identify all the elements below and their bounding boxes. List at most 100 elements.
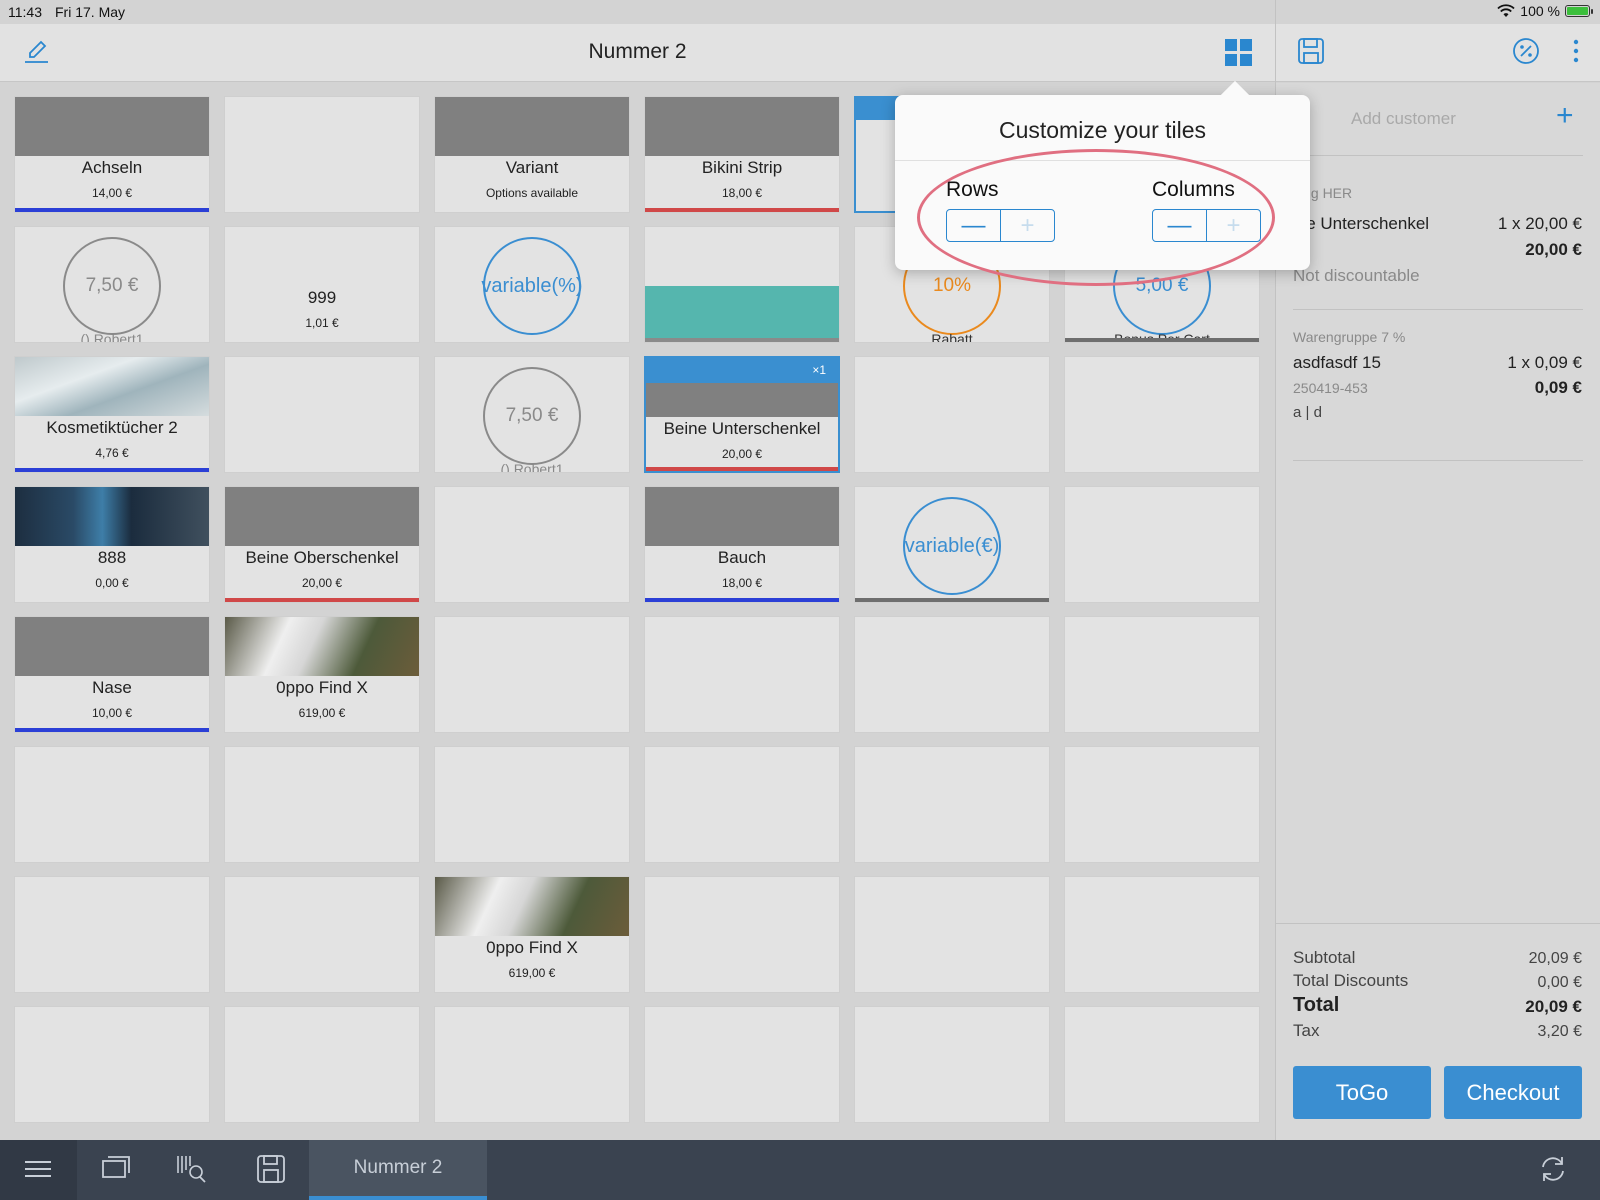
tile-empty[interactable] xyxy=(854,876,1050,993)
tile-empty[interactable] xyxy=(224,356,420,473)
tile-variable-percent[interactable]: variable(%) xyxy=(434,226,630,343)
add-customer-button[interactable]: + xyxy=(1556,99,1574,133)
tile-empty[interactable] xyxy=(1064,876,1260,993)
item-note: a | d xyxy=(1293,404,1322,421)
tile-color-bar xyxy=(15,468,209,472)
tile-empty[interactable] xyxy=(14,876,210,993)
status-time: 11:43 xyxy=(8,4,42,20)
tile-empty[interactable] xyxy=(224,96,420,213)
tile-name: Variant xyxy=(505,158,559,177)
tile-color-bar xyxy=(645,338,839,342)
discount-circle: variable(%) xyxy=(481,237,583,335)
tile-discount-750-b[interactable]: 7,50 € () Robert1 xyxy=(434,356,630,473)
rows-stepper[interactable]: — + xyxy=(946,209,1055,242)
tile-nase[interactable]: Nase 10,00 € xyxy=(14,616,210,733)
tile-empty[interactable] xyxy=(434,616,630,733)
tile-variable-euro[interactable]: variable(€) xyxy=(854,486,1050,603)
barcode-search-icon[interactable] xyxy=(175,1153,207,1185)
tile-color-bar xyxy=(15,728,209,732)
columns-increment-button[interactable]: + xyxy=(1207,210,1260,241)
more-icon[interactable] xyxy=(1572,38,1580,66)
tile-kosmetiktuecher[interactable]: Kosmetiktücher 2 4,76 € xyxy=(14,356,210,473)
cart-panel: Add customer + xing HER ine Unterschenke… xyxy=(1272,83,1600,1140)
tile-empty[interactable] xyxy=(644,616,840,733)
main-header: Nummer 2 xyxy=(0,24,1275,82)
rows-increment-button[interactable]: + xyxy=(1001,210,1054,241)
tile-price: 14,00 € xyxy=(91,186,133,200)
tile-empty[interactable] xyxy=(14,746,210,863)
tile-empty[interactable] xyxy=(1064,356,1260,473)
save-icon[interactable] xyxy=(255,1153,287,1185)
togo-button[interactable]: ToGo xyxy=(1293,1066,1431,1119)
tile-beine-oberschenkel[interactable]: Beine Oberschenkel 20,00 € xyxy=(224,486,420,603)
tile-empty[interactable] xyxy=(854,1006,1050,1123)
tile-empty[interactable] xyxy=(644,1006,840,1123)
tile-price: 4,76 € xyxy=(95,446,129,460)
discount-icon[interactable] xyxy=(1512,37,1540,65)
save-icon[interactable] xyxy=(1297,37,1325,65)
tile-teal[interactable] xyxy=(644,226,840,343)
tile-name: 888 xyxy=(97,548,127,567)
tile-999[interactable]: 999 1,01 € xyxy=(224,226,420,343)
tile-empty[interactable] xyxy=(854,356,1050,473)
tile-empty[interactable] xyxy=(434,1006,630,1123)
tile-price: 1,01 € xyxy=(305,316,339,330)
tile-empty[interactable] xyxy=(224,1006,420,1123)
tile-name: Kosmetiktücher 2 xyxy=(46,418,178,437)
status-date: Fri 17. May xyxy=(55,4,126,20)
total-value: 20,09 € xyxy=(1525,997,1582,1016)
tile-oppo-find-x[interactable]: 0ppo Find X 619,00 € xyxy=(224,616,420,733)
tile-empty[interactable] xyxy=(224,876,420,993)
bottom-toolbar: Nummer 2 xyxy=(0,1140,1600,1200)
menu-icon[interactable] xyxy=(22,1153,54,1185)
grid-layout-icon[interactable] xyxy=(1224,38,1254,68)
tile-color-bar xyxy=(855,598,1049,602)
tile-empty[interactable] xyxy=(1064,1006,1260,1123)
tile-empty[interactable] xyxy=(434,746,630,863)
tile-empty[interactable] xyxy=(854,746,1050,863)
tile-discount-750[interactable]: 7,50 € () Robert1 xyxy=(14,226,210,343)
checkout-button[interactable]: Checkout xyxy=(1444,1066,1582,1119)
tile-price: 10,00 € xyxy=(91,706,133,720)
popover-divider xyxy=(895,160,1310,161)
tile-variant[interactable]: Variant Options available xyxy=(434,96,630,213)
screens-icon[interactable] xyxy=(100,1153,132,1185)
product-image xyxy=(225,617,419,676)
tax-label: Tax xyxy=(1293,1021,1320,1040)
tile-empty[interactable] xyxy=(644,876,840,993)
tile-name: Beine Unterschenkel xyxy=(663,419,821,438)
cart-header xyxy=(1276,24,1600,82)
tile-bauch[interactable]: Bauch 18,00 € xyxy=(644,486,840,603)
tile-beine-unterschenkel[interactable]: ×1 Beine Unterschenkel 20,00 € xyxy=(644,356,840,473)
tile-empty[interactable] xyxy=(224,746,420,863)
tile-oppo-find-x-2[interactable]: 0ppo Find X 619,00 € xyxy=(434,876,630,993)
columns-decrement-button[interactable]: — xyxy=(1153,210,1207,241)
columns-stepper[interactable]: — + xyxy=(1152,209,1261,242)
tile-empty[interactable] xyxy=(14,1006,210,1123)
tile-empty[interactable] xyxy=(1064,486,1260,603)
discount-circle: 7,50 € xyxy=(483,367,581,465)
tile-color-bar xyxy=(645,208,839,212)
tile-888[interactable]: 888 0,00 € xyxy=(14,486,210,603)
tab-nummer-2[interactable]: Nummer 2 xyxy=(309,1140,487,1200)
item-qty-price: 1 x 20,00 € xyxy=(1497,214,1582,233)
tile-empty[interactable] xyxy=(434,486,630,603)
tile-achseln[interactable]: Achseln 14,00 € xyxy=(14,96,210,213)
tile-sub: () Robert1 xyxy=(80,331,144,343)
tile-empty[interactable] xyxy=(1064,746,1260,863)
tile-price: 0,00 € xyxy=(95,576,129,590)
tile-name: Achseln xyxy=(81,158,143,177)
tile-empty[interactable] xyxy=(644,746,840,863)
tile-color-bar xyxy=(15,208,209,212)
add-customer-label[interactable]: Add customer xyxy=(1351,109,1456,129)
tile-bikini-strip[interactable]: Bikini Strip 18,00 € xyxy=(644,96,840,213)
item-sku: 250419-453 xyxy=(1293,380,1368,396)
item-group: Warengruppe 7 % xyxy=(1293,329,1406,345)
rows-decrement-button[interactable]: — xyxy=(947,210,1001,241)
status-bar: 11:43 Fri 17. May 100 % xyxy=(0,0,1600,24)
tile-empty[interactable] xyxy=(854,616,1050,733)
tile-price: 619,00 € xyxy=(508,966,556,980)
sync-icon[interactable] xyxy=(1537,1153,1569,1185)
tile-empty[interactable] xyxy=(1064,616,1260,733)
tile-price: Options available xyxy=(485,186,579,200)
